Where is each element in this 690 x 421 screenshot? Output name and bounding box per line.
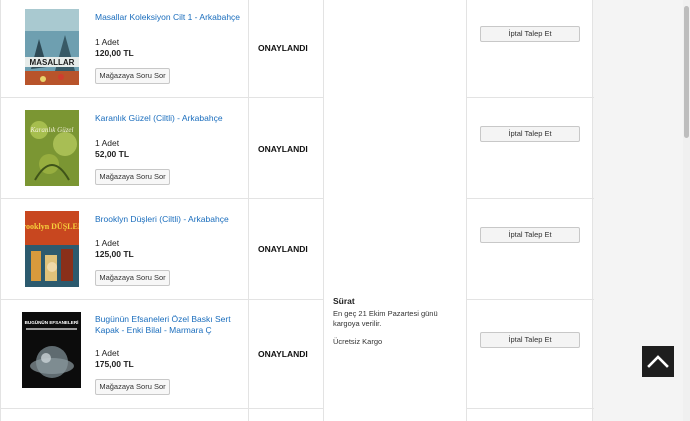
column-divider bbox=[466, 0, 467, 421]
book-cover[interactable]: Brooklyn DÜŞLERİ bbox=[25, 211, 79, 287]
quantity-text: 1 Adet bbox=[95, 348, 120, 358]
price-text: 52,00 TL bbox=[95, 149, 130, 159]
ask-store-button[interactable]: Mağazaya Soru Sor bbox=[95, 379, 170, 395]
quantity-text: 1 Adet bbox=[95, 138, 120, 148]
row-separator bbox=[467, 299, 594, 300]
product-title-link[interactable]: Brooklyn Düşleri (Ciltli) - Arkabahçe bbox=[95, 214, 245, 225]
book-cover-image: Karanlık Güzel bbox=[25, 110, 79, 186]
cancel-request-button[interactable]: İptal Talep Et bbox=[480, 126, 580, 142]
book-cover-image: BUGÜNÜN EFSANELERİ bbox=[22, 312, 81, 388]
order-status: ONAYLANDI bbox=[258, 244, 308, 254]
cover-title-text: MASALLAR bbox=[30, 58, 75, 67]
book-cover[interactable]: BUGÜNÜN EFSANELERİ bbox=[22, 312, 81, 388]
ask-store-button[interactable]: Mağazaya Soru Sor bbox=[95, 68, 170, 84]
product-title-link[interactable]: Masallar Koleksiyon Cilt 1 - Arkabahçe bbox=[95, 12, 245, 23]
quantity-text: 1 Adet bbox=[95, 37, 120, 47]
cover-title-text: Brooklyn DÜŞLERİ bbox=[25, 221, 79, 231]
cancel-request-button[interactable]: İptal Talep Et bbox=[480, 332, 580, 348]
back-to-top-button[interactable] bbox=[642, 346, 674, 377]
row-separator bbox=[1, 198, 323, 199]
row-separator bbox=[467, 198, 594, 199]
quantity-text: 1 Adet bbox=[95, 238, 120, 248]
order-status: ONAYLANDI bbox=[258, 43, 308, 53]
price-text: 120,00 TL bbox=[95, 48, 134, 58]
ask-store-button[interactable]: Mağazaya Soru Sor bbox=[95, 169, 170, 185]
product-title-link[interactable]: Karanlık Güzel (Ciltli) - Arkabahçe bbox=[95, 113, 245, 124]
column-divider bbox=[323, 0, 324, 421]
order-status: ONAYLANDI bbox=[258, 349, 308, 359]
book-cover-image: Brooklyn DÜŞLERİ bbox=[25, 211, 79, 287]
book-cover[interactable]: MASALLAR bbox=[25, 9, 79, 85]
product-title-link[interactable]: Bugünün Efsaneleri Özel Baskı Sert Kapak… bbox=[95, 314, 245, 336]
book-cover-image: MASALLAR bbox=[25, 9, 79, 85]
order-status: ONAYLANDI bbox=[258, 144, 308, 154]
scrollbar-thumb[interactable] bbox=[684, 6, 689, 138]
vertical-scrollbar[interactable] bbox=[683, 0, 690, 421]
price-text: 125,00 TL bbox=[95, 249, 134, 259]
row-separator bbox=[467, 408, 594, 409]
column-divider bbox=[248, 0, 249, 421]
shipping-info: Sürat En geç 21 Ekim Pazartesi günü karg… bbox=[333, 296, 458, 346]
cancel-request-button[interactable]: İptal Talep Et bbox=[480, 227, 580, 243]
shipping-company: Sürat bbox=[333, 296, 355, 306]
row-separator bbox=[467, 97, 594, 98]
cancel-request-button[interactable]: İptal Talep Et bbox=[480, 26, 580, 42]
chevron-up-icon bbox=[647, 355, 669, 368]
price-text: 175,00 TL bbox=[95, 359, 134, 369]
row-separator bbox=[1, 408, 323, 409]
order-items-table: MASALLAR Masallar Koleksiyon Cilt 1 - Ar… bbox=[0, 0, 594, 421]
cover-title-text: BUGÜNÜN EFSANELERİ bbox=[25, 319, 79, 325]
row-separator bbox=[1, 299, 323, 300]
shipping-estimate: En geç 21 Ekim Pazartesi günü kargoya ve… bbox=[333, 309, 438, 328]
ask-store-button[interactable]: Mağazaya Soru Sor bbox=[95, 270, 170, 286]
cover-title-text: Karanlık Güzel bbox=[30, 126, 74, 134]
row-separator bbox=[1, 97, 323, 98]
free-shipping-label: Ücretsiz Kargo bbox=[333, 337, 383, 346]
book-cover[interactable]: Karanlık Güzel bbox=[25, 110, 79, 186]
